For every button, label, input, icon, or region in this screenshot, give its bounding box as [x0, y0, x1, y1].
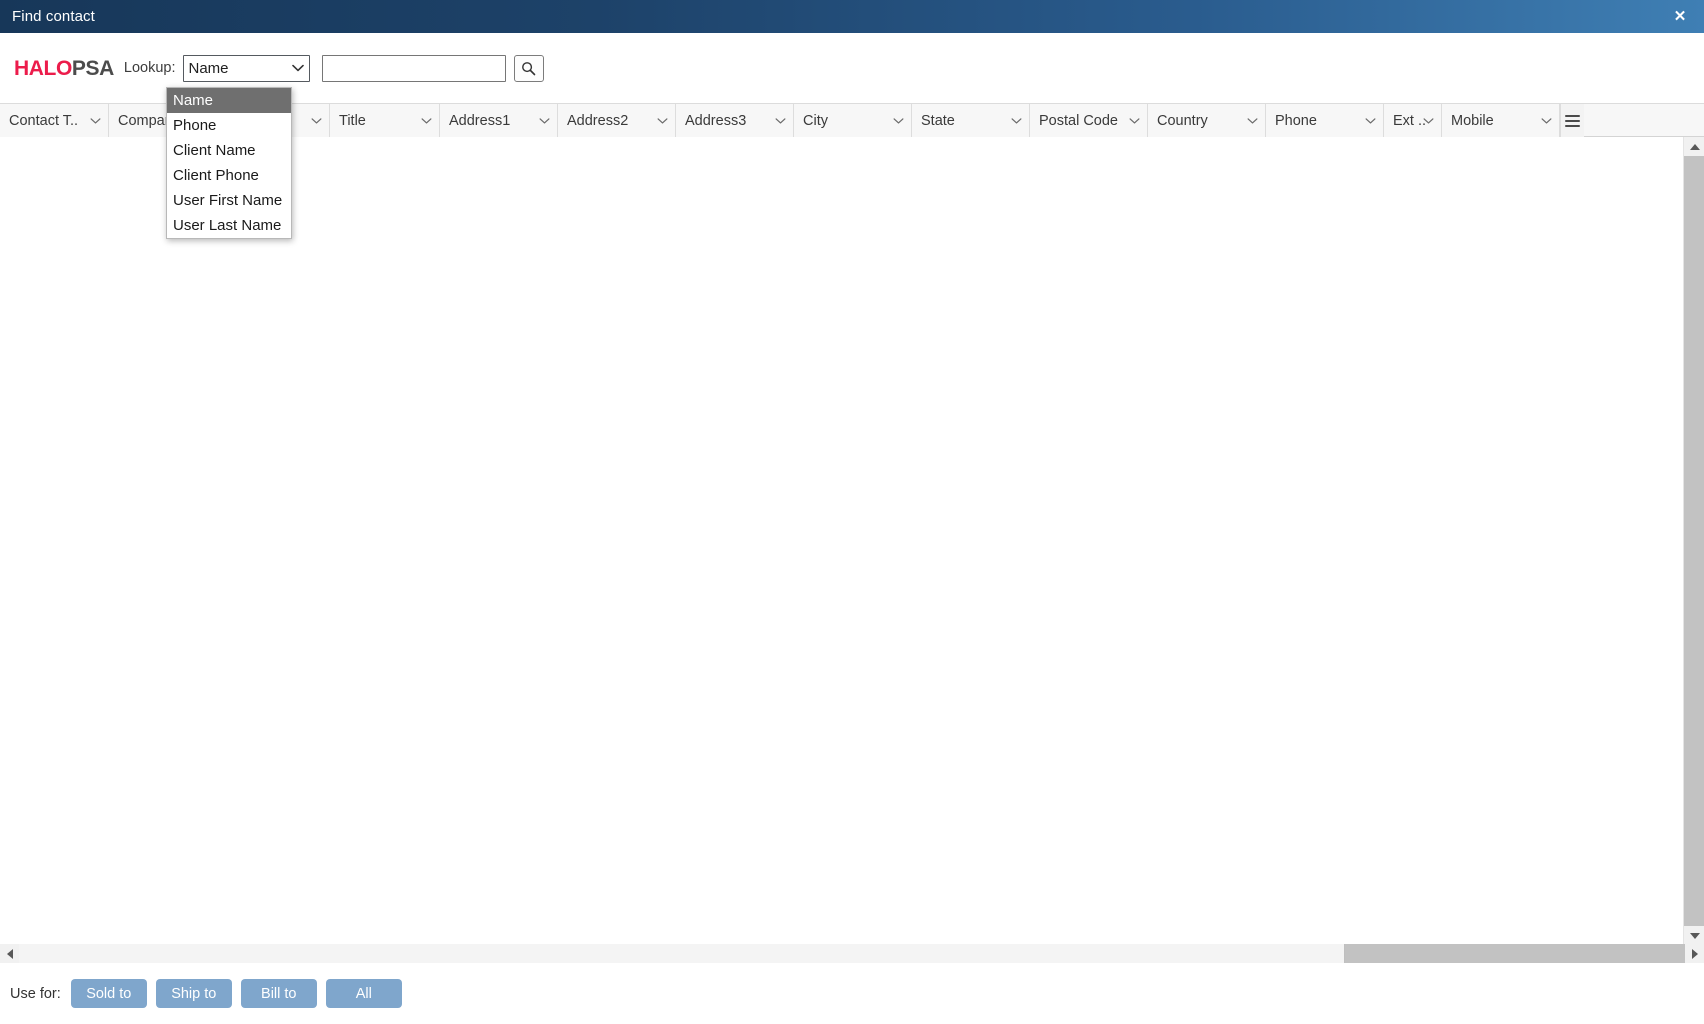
horizontal-scrollbar[interactable]	[0, 944, 1704, 963]
logo-text-halo: HALO	[14, 57, 72, 80]
grid-column-header[interactable]: Address2	[558, 104, 676, 137]
hamburger-menu-icon[interactable]	[1560, 104, 1584, 137]
scroll-left-arrow-icon[interactable]	[0, 944, 19, 963]
grid-column-header[interactable]: Country	[1148, 104, 1266, 137]
chevron-down-icon[interactable]	[1247, 117, 1258, 124]
grid-column-header[interactable]: Address3	[676, 104, 794, 137]
ship-to-button[interactable]: Ship to	[156, 979, 232, 1008]
grid-column-header-label: Postal Code	[1039, 113, 1118, 129]
grid-column-header-label: Address2	[567, 113, 628, 129]
chevron-down-icon[interactable]	[90, 117, 101, 124]
scroll-up-arrow-icon[interactable]	[1684, 137, 1704, 156]
grid-column-header-label: Mobile	[1451, 113, 1494, 129]
lookup-option-user-last-name[interactable]: User Last Name	[167, 213, 291, 238]
sold-to-button[interactable]: Sold to	[71, 979, 147, 1008]
lookup-option-phone[interactable]: Phone	[167, 113, 291, 138]
grid-column-header-label: State	[921, 113, 955, 129]
chevron-down-icon[interactable]	[1541, 117, 1552, 124]
search-button[interactable]	[514, 55, 544, 82]
scroll-right-arrow-icon[interactable]	[1685, 944, 1704, 963]
grid-body[interactable]	[0, 137, 1683, 945]
use-for-label: Use for:	[10, 986, 61, 1002]
grid-column-header-label: City	[803, 113, 828, 129]
grid-column-header[interactable]: Phone	[1266, 104, 1384, 137]
lookup-dropdown-list[interactable]: Name Phone Client Name Client Phone User…	[166, 87, 292, 239]
lookup-option-client-phone[interactable]: Client Phone	[167, 163, 291, 188]
grid-column-header-label: Phone	[1275, 113, 1317, 129]
grid-column-header-label: Country	[1157, 113, 1208, 129]
grid-column-header-label: Title	[339, 113, 366, 129]
chevron-down-icon[interactable]	[1011, 117, 1022, 124]
chevron-down-icon[interactable]	[775, 117, 786, 124]
grid-column-header[interactable]: State	[912, 104, 1030, 137]
lookup-select-value: Name	[189, 60, 229, 77]
lookup-option-client-name[interactable]: Client Name	[167, 138, 291, 163]
chevron-down-icon[interactable]	[539, 117, 550, 124]
search-icon	[521, 61, 536, 76]
lookup-label: Lookup:	[124, 60, 176, 76]
chevron-down-icon[interactable]	[1365, 117, 1376, 124]
logo-text-psa: PSA	[72, 57, 114, 80]
halopsa-logo: HALOPSA	[14, 57, 114, 81]
grid-column-header[interactable]: Postal Code	[1030, 104, 1148, 137]
lookup-select-wrapper: Name	[183, 55, 310, 82]
grid-column-header-label: Address1	[449, 113, 510, 129]
use-for-footer: Use for: Sold to Ship to Bill to All	[0, 963, 1704, 1024]
grid-column-header[interactable]: City	[794, 104, 912, 137]
grid-column-header-label: Contact T..	[9, 113, 78, 129]
chevron-down-icon[interactable]	[1423, 117, 1434, 124]
grid-column-header[interactable]: Title	[330, 104, 440, 137]
grid-column-header-label: Address3	[685, 113, 746, 129]
chevron-down-icon[interactable]	[311, 117, 322, 124]
vertical-scrollbar[interactable]	[1683, 137, 1704, 945]
window-titlebar: Find contact ✕	[0, 0, 1704, 33]
lookup-select[interactable]: Name	[183, 55, 310, 82]
horizontal-scroll-thumb[interactable]	[19, 944, 1345, 963]
all-button[interactable]: All	[326, 979, 402, 1008]
search-input[interactable]	[322, 55, 506, 82]
chevron-down-icon[interactable]	[421, 117, 432, 124]
grid-column-header[interactable]: Ext ..	[1384, 104, 1442, 137]
grid-column-header[interactable]: Contact T..	[0, 104, 109, 137]
lookup-option-name[interactable]: Name	[167, 88, 291, 113]
grid-column-header-label: Ext ..	[1393, 113, 1426, 129]
lookup-option-user-first-name[interactable]: User First Name	[167, 188, 291, 213]
close-icon[interactable]: ✕	[1666, 0, 1694, 33]
window-title: Find contact	[0, 8, 95, 25]
grid-column-header[interactable]: Mobile	[1442, 104, 1560, 137]
chevron-down-icon[interactable]	[1129, 117, 1140, 124]
horizontal-scroll-track[interactable]	[19, 944, 1685, 963]
scroll-down-arrow-icon[interactable]	[1684, 926, 1704, 945]
bill-to-button[interactable]: Bill to	[241, 979, 317, 1008]
chevron-down-icon[interactable]	[657, 117, 668, 124]
chevron-down-icon[interactable]	[893, 117, 904, 124]
grid-column-header[interactable]: Address1	[440, 104, 558, 137]
